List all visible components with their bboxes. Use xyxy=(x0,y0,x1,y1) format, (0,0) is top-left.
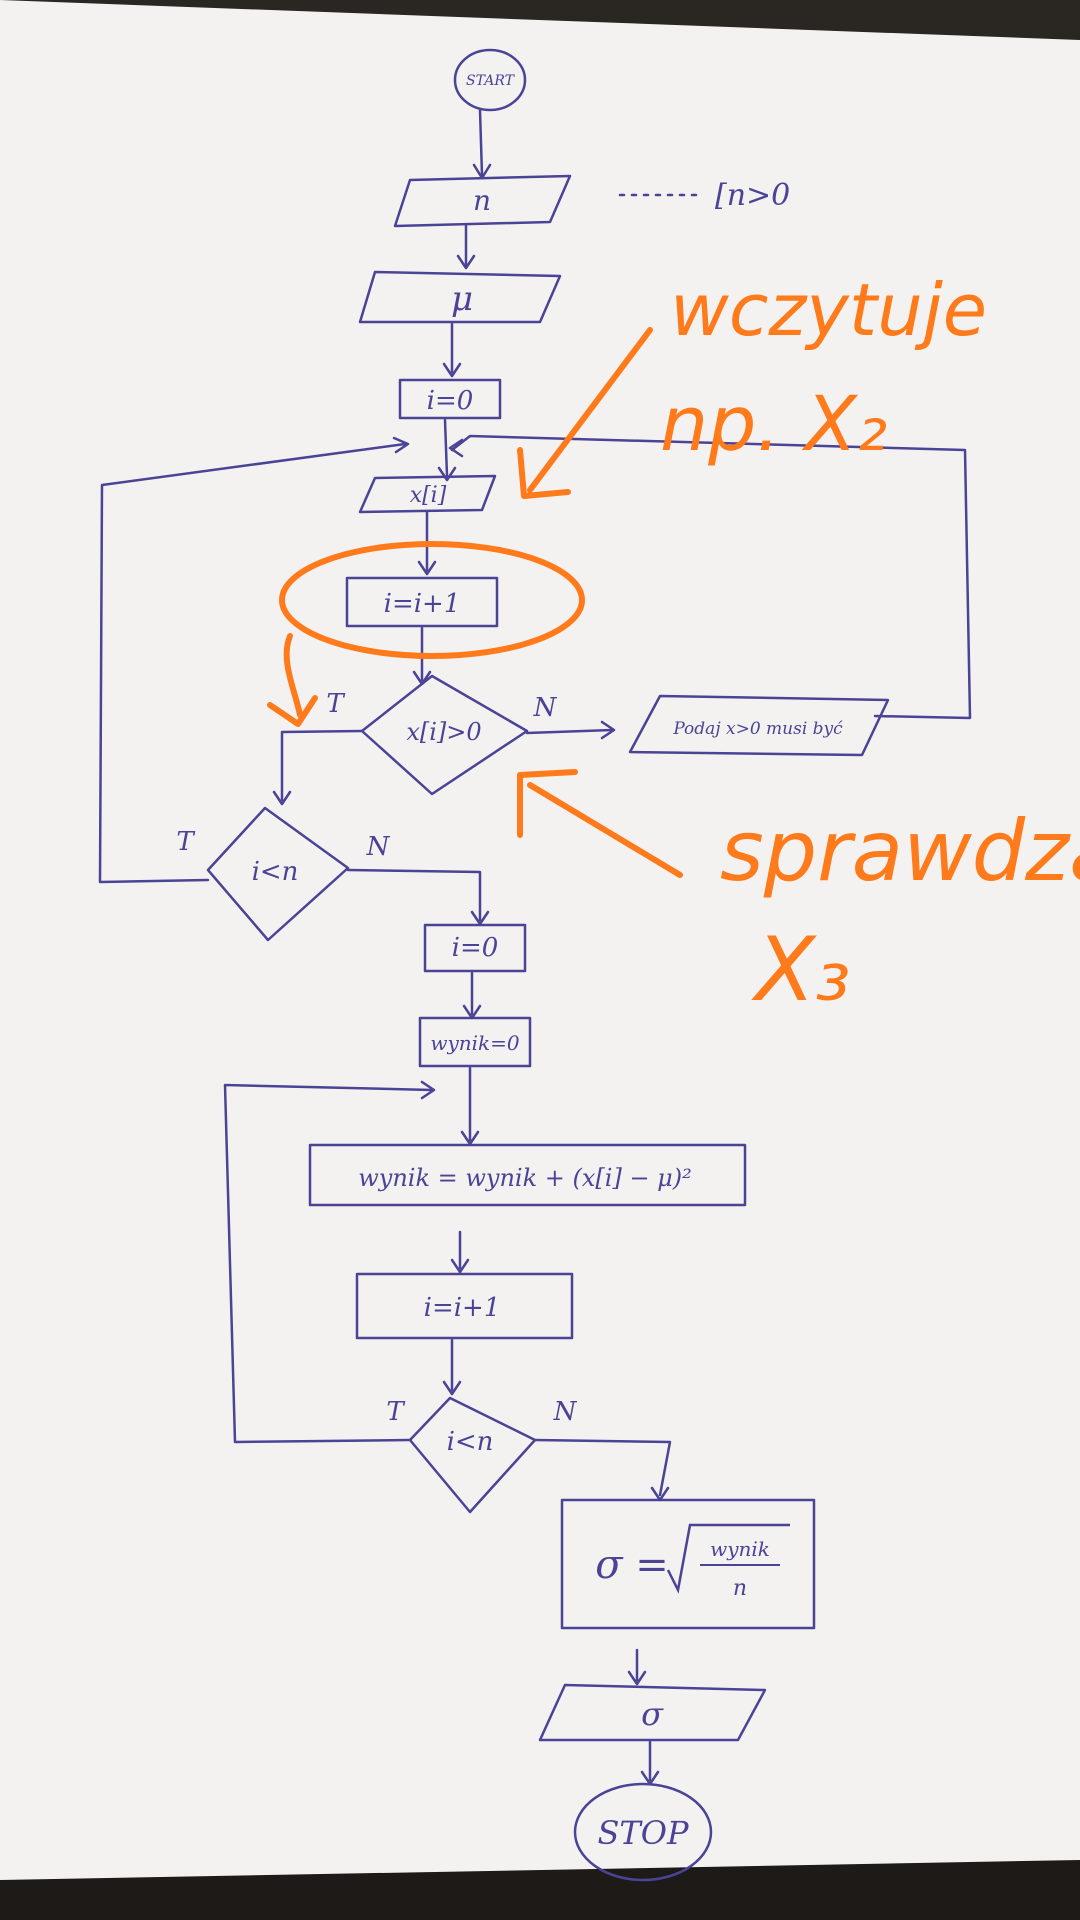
note-checks-line2: X₃ xyxy=(751,918,851,1021)
decision-loop2-true: T xyxy=(386,1397,405,1427)
decision-loop2-false: N xyxy=(553,1397,578,1427)
decision-xi-label: x[i]>0 xyxy=(406,718,481,746)
output-sigma-label: σ xyxy=(641,1695,664,1733)
input-n-label: n xyxy=(473,184,491,217)
increment-i2-label: i=i+1 xyxy=(424,1293,501,1323)
increment-i-label: i=i+1 xyxy=(384,589,461,619)
init-i-label: i=0 xyxy=(427,386,474,416)
decision-xi-false: N xyxy=(533,693,558,723)
decision-loop-true: T xyxy=(176,827,195,857)
error-output-label: Podaj x>0 musi być xyxy=(672,719,843,739)
decision-xi-true: T xyxy=(326,689,345,719)
note-checks-line1: sprawdza xyxy=(720,802,1080,900)
decision-loop-false: N xyxy=(366,832,391,862)
sigma-numerator: wynik xyxy=(710,1537,770,1561)
start-label: START xyxy=(466,73,516,89)
flowchart-photo: START n [n>0 μ i=0 x[i] i=i+1 x[i]>0 T N… xyxy=(0,0,1080,1920)
sigma-denominator: n xyxy=(733,1576,747,1601)
input-mu-label: μ xyxy=(451,279,473,319)
note-reads-line1: wczytuje xyxy=(670,268,987,352)
decision-loop-label: i<n xyxy=(252,857,299,887)
input-xi-label: x[i] xyxy=(410,483,447,508)
note-reads-line2: np. X₂ xyxy=(660,379,887,468)
input-condition-label: [n>0 xyxy=(715,178,790,213)
reset-i-label: i=0 xyxy=(452,933,499,963)
init-wynik-label: wynik=0 xyxy=(430,1031,520,1055)
stop-label: STOP xyxy=(597,1814,689,1852)
accumulate-label: wynik = wynik + (x[i] − μ)² xyxy=(358,1164,692,1192)
sigma-formula-left: σ = xyxy=(595,1542,669,1588)
decision-loop2-label: i<n xyxy=(447,1427,494,1457)
